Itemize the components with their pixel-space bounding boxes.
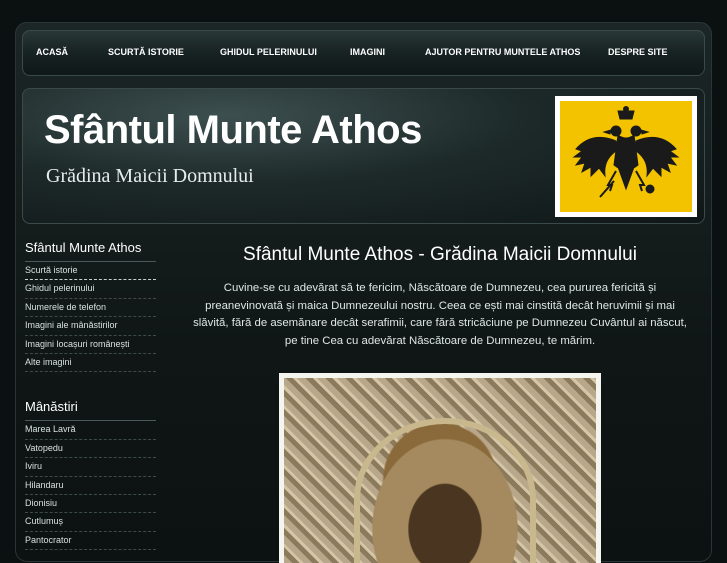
sidebar-item-vatopedu[interactable]: Vatopedu xyxy=(25,440,156,459)
nav-item-ajutor[interactable]: AJUTOR PENTRU MUNTELE ATHOS xyxy=(425,47,580,57)
sidebar-item-alte-imagini[interactable]: Alte imagini xyxy=(25,354,156,373)
sidebar-item-pantocrator[interactable]: Pantocrator xyxy=(25,532,156,551)
sidebar-item-imagini-manastiri[interactable]: Imagini ale mânăstirilor xyxy=(25,317,156,336)
sidebar-item-scurta-istorie[interactable]: Scurtă istorie xyxy=(25,262,156,281)
site-title[interactable]: Sfântul Munte Athos xyxy=(44,108,422,153)
sidebar-item-imagini-locasuri[interactable]: Imagini locașuri românești xyxy=(25,336,156,354)
flag-field xyxy=(560,101,692,212)
sidebar-item-ghidul-pelerinului[interactable]: Ghidul pelerinului xyxy=(25,280,156,299)
sidebar: Sfântul Munte Athos Scurtă istorie Ghidu… xyxy=(25,240,156,551)
sidebar-item-marea-lavra[interactable]: Marea Lavră xyxy=(25,421,156,440)
main-content: Sfântul Munte Athos - Grădina Maicii Dom… xyxy=(180,244,700,350)
sidebar-list-athos: Scurtă istorie Ghidul pelerinului Numere… xyxy=(25,262,156,373)
sidebar-item-dionisiu[interactable]: Dionisiu xyxy=(25,495,156,514)
sidebar-list-manastiri: Marea Lavră Vatopedu Iviru Hilandaru Dio… xyxy=(25,421,156,551)
double-headed-eagle-icon xyxy=(572,106,680,198)
sidebar-item-iviru[interactable]: Iviru xyxy=(25,458,156,477)
nav-item-imagini[interactable]: IMAGINI xyxy=(350,47,385,57)
sidebar-item-numerele-telefon[interactable]: Numerele de telefon xyxy=(25,299,156,318)
icon-image-frame xyxy=(279,373,601,563)
nav-item-acasa[interactable]: ACASĂ xyxy=(36,47,68,57)
theotokos-icon-image xyxy=(284,378,596,563)
sidebar-title-athos: Sfântul Munte Athos xyxy=(25,240,156,262)
nav-item-despre-site[interactable]: DESPRE SITE xyxy=(608,47,668,57)
main-title: Sfântul Munte Athos - Grădina Maicii Dom… xyxy=(243,244,637,265)
athos-flag xyxy=(555,96,697,217)
nav-item-scurta-istorie[interactable]: SCURTĂ ISTORIE xyxy=(108,47,184,57)
site-subtitle: Grădina Maicii Domnului xyxy=(46,165,254,187)
sidebar-item-hilandaru[interactable]: Hilandaru xyxy=(25,477,156,495)
sidebar-item-cutlumus[interactable]: Cutlumuș xyxy=(25,513,156,532)
sidebar-title-manastiri: Mânăstiri xyxy=(25,399,156,422)
nav-item-ghidul-pelerinului[interactable]: GHIDUL PELERINULUI xyxy=(220,47,317,57)
main-paragraph: Cuvine-se cu adevărat să te fericim, Năs… xyxy=(193,282,687,347)
